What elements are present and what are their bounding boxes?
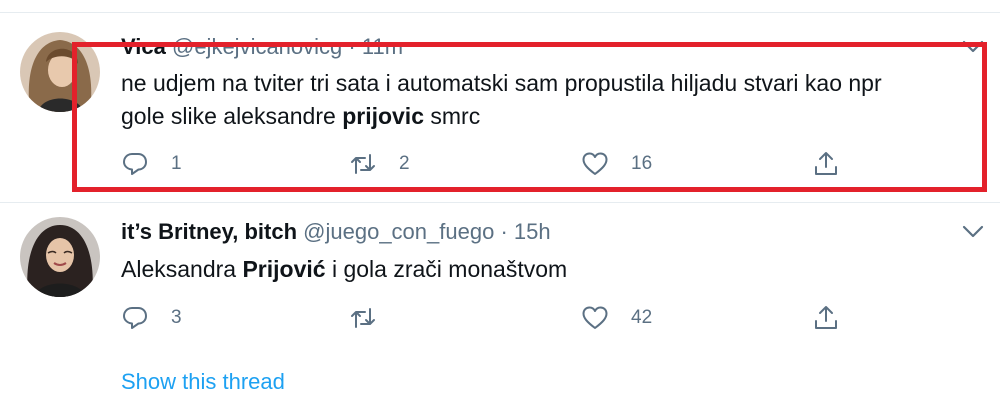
top-divider <box>0 12 1000 13</box>
like-count: 16 <box>631 153 653 174</box>
reply-button[interactable]: 1 <box>121 149 182 179</box>
user-handle[interactable]: @ejkejvicanovicg <box>172 34 342 59</box>
text-segment: gole slike aleksandre <box>121 103 343 129</box>
display-name[interactable]: it’s Britney, bitch <box>121 219 297 244</box>
tweet-text: ne udjem na tviter tri sata i automatski… <box>121 67 882 133</box>
text-segment: smrc <box>424 103 481 129</box>
reply-button[interactable]: 3 <box>121 303 182 333</box>
reply-icon <box>123 307 147 329</box>
tweet-text-line-1: ne udjem na tviter tri sata i automatski… <box>121 70 882 96</box>
timestamp[interactable]: 15h <box>514 219 551 244</box>
share-icon <box>815 306 837 329</box>
share-button[interactable] <box>812 303 840 333</box>
share-button[interactable] <box>812 149 840 179</box>
tweet-header: it’s Britney, bitch @juego_con_fuego · 1… <box>121 219 551 245</box>
text-bold-segment: Prijović <box>242 256 326 282</box>
avatar-britney[interactable] <box>20 217 100 297</box>
text-bold-segment: prijovic <box>342 103 424 129</box>
tweet-divider <box>0 202 1000 203</box>
retweet-button[interactable]: 2 <box>349 149 410 179</box>
like-count: 42 <box>631 307 653 328</box>
like-button[interactable]: 42 <box>581 303 652 333</box>
share-icon <box>815 152 837 175</box>
reply-count: 1 <box>171 153 182 174</box>
like-button[interactable]: 16 <box>581 149 652 179</box>
tweet-header: Vica @ejkejvicanovicg · 11m <box>121 34 403 60</box>
retweet-icon <box>351 154 375 174</box>
retweet-icon <box>351 308 375 328</box>
separator-dot: · <box>500 219 508 244</box>
tweet-text-line-2: gole slike aleksandre prijovic smrc <box>121 100 882 133</box>
reply-count: 3 <box>171 307 182 328</box>
retweet-button[interactable] <box>349 303 377 333</box>
like-icon <box>582 152 608 175</box>
text-segment: Aleksandra <box>121 256 243 282</box>
separator-dot: · <box>348 34 356 59</box>
text-segment: i gola zrači monaštvom <box>325 256 568 282</box>
timestamp[interactable]: 11m <box>362 34 403 59</box>
display-name[interactable]: Vica <box>121 34 166 59</box>
retweet-count: 2 <box>399 153 410 174</box>
tweet-text: Aleksandra Prijović i gola zrači monaštv… <box>121 253 567 286</box>
reply-icon <box>123 153 147 175</box>
user-handle[interactable]: @juego_con_fuego <box>303 219 494 244</box>
chevron-down-icon[interactable] <box>962 225 984 239</box>
avatar-vica[interactable] <box>20 32 100 112</box>
show-thread-link[interactable]: Show this thread <box>121 369 285 395</box>
chevron-down-icon[interactable] <box>962 40 984 54</box>
like-icon <box>582 306 608 329</box>
